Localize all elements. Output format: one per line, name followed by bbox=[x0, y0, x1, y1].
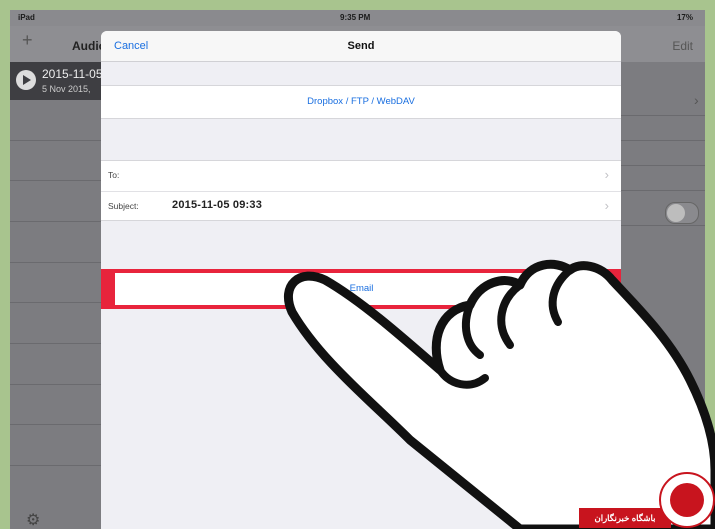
watermark-text: باشگاه خبرنگاران bbox=[579, 508, 671, 528]
watermark-emblem bbox=[659, 472, 715, 528]
pointing-hand-illustration bbox=[283, 259, 715, 529]
watermark-logo: باشگاه خبرنگاران bbox=[579, 470, 715, 529]
